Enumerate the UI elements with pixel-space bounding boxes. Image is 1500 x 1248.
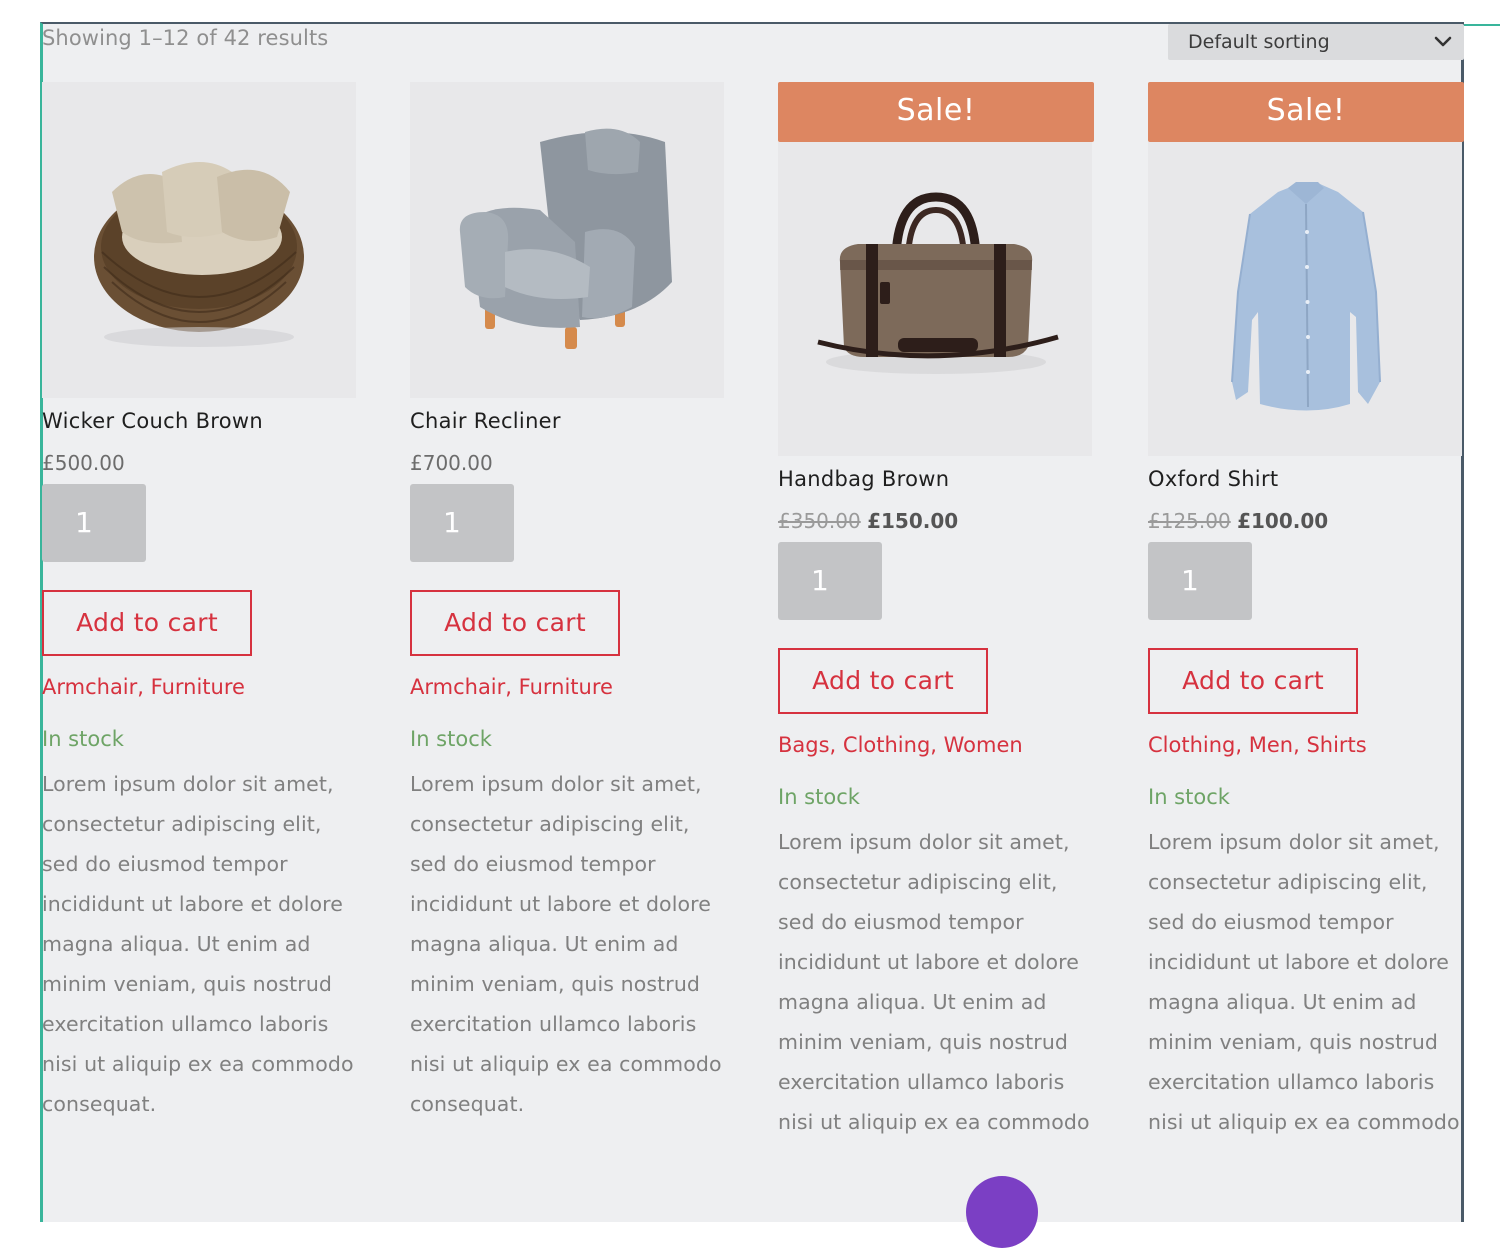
add-to-cart-button[interactable]: Add to cart [1148,648,1358,714]
category-link[interactable]: Clothing [1148,733,1235,757]
product-title[interactable]: Chair Recliner [410,406,726,436]
product-categories: Armchair, Furniture [410,675,613,699]
current-price: £700.00 [410,451,493,475]
product-image-wicker-couch[interactable] [42,82,356,398]
product-card: Chair Recliner £700.00 1 Add to cart Arm… [410,82,726,1124]
category-link[interactable]: Clothing [843,733,930,757]
stock-status: In stock [410,727,492,751]
category-link[interactable]: Armchair [410,675,505,699]
quantity-input[interactable]: 1 [42,484,146,562]
sale-price: £150.00 [867,509,959,533]
stock-status: In stock [778,785,860,809]
product-title[interactable]: Handbag Brown [778,464,1094,494]
quantity-input[interactable]: 1 [410,484,514,562]
sale-badge: Sale! [1148,82,1464,142]
sort-selected-value: Default sorting [1188,31,1330,53]
product-card: Sale! Handbag Brown £350.00 £150.00 1 Ad… [778,82,1094,1142]
quantity-input[interactable]: 1 [778,542,882,620]
category-link[interactable]: Women [944,733,1023,757]
sale-price: £100.00 [1237,509,1329,533]
stock-status: In stock [1148,785,1230,809]
product-price: £700.00 [410,450,726,476]
category-link[interactable]: Armchair [42,675,137,699]
category-link[interactable]: Men [1249,733,1293,757]
product-categories: Clothing, Men, Shirts [1148,733,1367,757]
category-link[interactable]: Furniture [519,675,613,699]
original-price: £350.00 [778,509,861,533]
product-title[interactable]: Oxford Shirt [1148,464,1464,494]
add-to-cart-button[interactable]: Add to cart [410,590,620,656]
product-categories: Bags, Clothing, Women [778,733,1023,757]
quantity-input[interactable]: 1 [1148,542,1252,620]
floating-action-button[interactable] [966,1176,1038,1248]
add-to-cart-button[interactable]: Add to cart [778,648,988,714]
add-to-cart-button[interactable]: Add to cart [42,590,252,656]
product-title[interactable]: Wicker Couch Brown [42,406,358,436]
product-image-handbag-brown[interactable] [778,142,1092,456]
category-link[interactable]: Shirts [1306,733,1366,757]
product-card: Wicker Couch Brown £500.00 1 Add to cart… [42,82,358,1124]
product-categories: Armchair, Furniture [42,675,245,699]
result-count: Showing 1–12 of 42 results [42,26,329,50]
product-image-chair-recliner[interactable] [410,82,724,398]
sale-badge: Sale! [778,82,1094,142]
chevron-down-icon [1434,36,1452,47]
product-description: Lorem ipsum dolor sit amet, consectetur … [778,830,1090,1134]
product-description: Lorem ipsum dolor sit amet, consectetur … [42,772,354,1116]
product-price: £350.00 £150.00 [778,508,1094,534]
sort-select[interactable]: Default sorting [1168,24,1464,60]
original-price: £125.00 [1148,509,1231,533]
category-link[interactable]: Furniture [151,675,245,699]
product-description: Lorem ipsum dolor sit amet, consectetur … [1148,830,1460,1134]
category-link[interactable]: Bags [778,733,830,757]
current-price: £500.00 [42,451,125,475]
edge-divider [1464,24,1500,26]
product-price: £500.00 [42,450,358,476]
product-card: Sale! Oxford Shirt £125.00 £100.00 1 Add… [1148,82,1464,1142]
product-price: £125.00 £100.00 [1148,508,1464,534]
product-image-oxford-shirt[interactable] [1148,142,1462,456]
stock-status: In stock [42,727,124,751]
product-description: Lorem ipsum dolor sit amet, consectetur … [410,772,722,1116]
